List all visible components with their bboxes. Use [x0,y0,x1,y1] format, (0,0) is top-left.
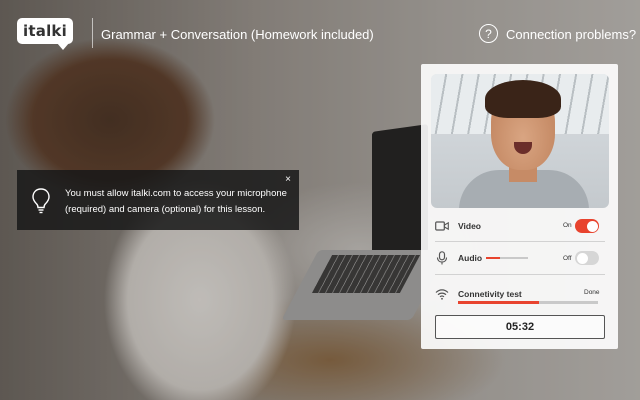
lesson-timer: 05:32 [435,315,605,339]
video-camera-icon [435,219,449,233]
device-check-panel: Video On Audio Off Connetivity test Done… [421,64,618,349]
video-toggle-knob [586,220,598,232]
audio-state-label: Off [563,255,572,262]
webcam-preview [431,74,609,208]
notification-message: You must allow italki.com to access your… [65,188,287,215]
question-circle-icon[interactable]: ? [479,24,498,43]
microphone-icon [435,251,449,265]
header-divider [92,18,93,48]
video-label: Video [458,221,481,231]
video-state-label: On [563,222,572,229]
webcam-person-hair [485,80,561,118]
audio-level-fill [486,257,500,259]
connectivity-progress-bar [458,301,598,304]
lesson-title: Grammar + Conversation (Homework include… [101,27,374,42]
permission-notification: You must allow italki.com to access your… [17,170,299,230]
lightbulb-icon [32,188,50,214]
audio-toggle[interactable] [575,251,599,265]
connectivity-status: Done [584,289,600,296]
separator [435,241,605,242]
header-bar: italki Grammar + Conversation (Homework … [0,0,640,64]
connection-problems-link[interactable]: Connection problems? [506,27,636,42]
audio-label: Audio [458,253,483,263]
video-toggle[interactable] [575,219,599,233]
close-icon[interactable]: × [285,174,291,185]
separator [435,274,605,275]
italki-logo[interactable]: italki [17,18,73,50]
audio-toggle-knob [576,252,588,264]
connectivity-progress-fill [458,301,540,304]
audio-level-meter [486,257,528,259]
wifi-icon [435,287,449,301]
connectivity-label: Connetivity test [458,289,522,299]
